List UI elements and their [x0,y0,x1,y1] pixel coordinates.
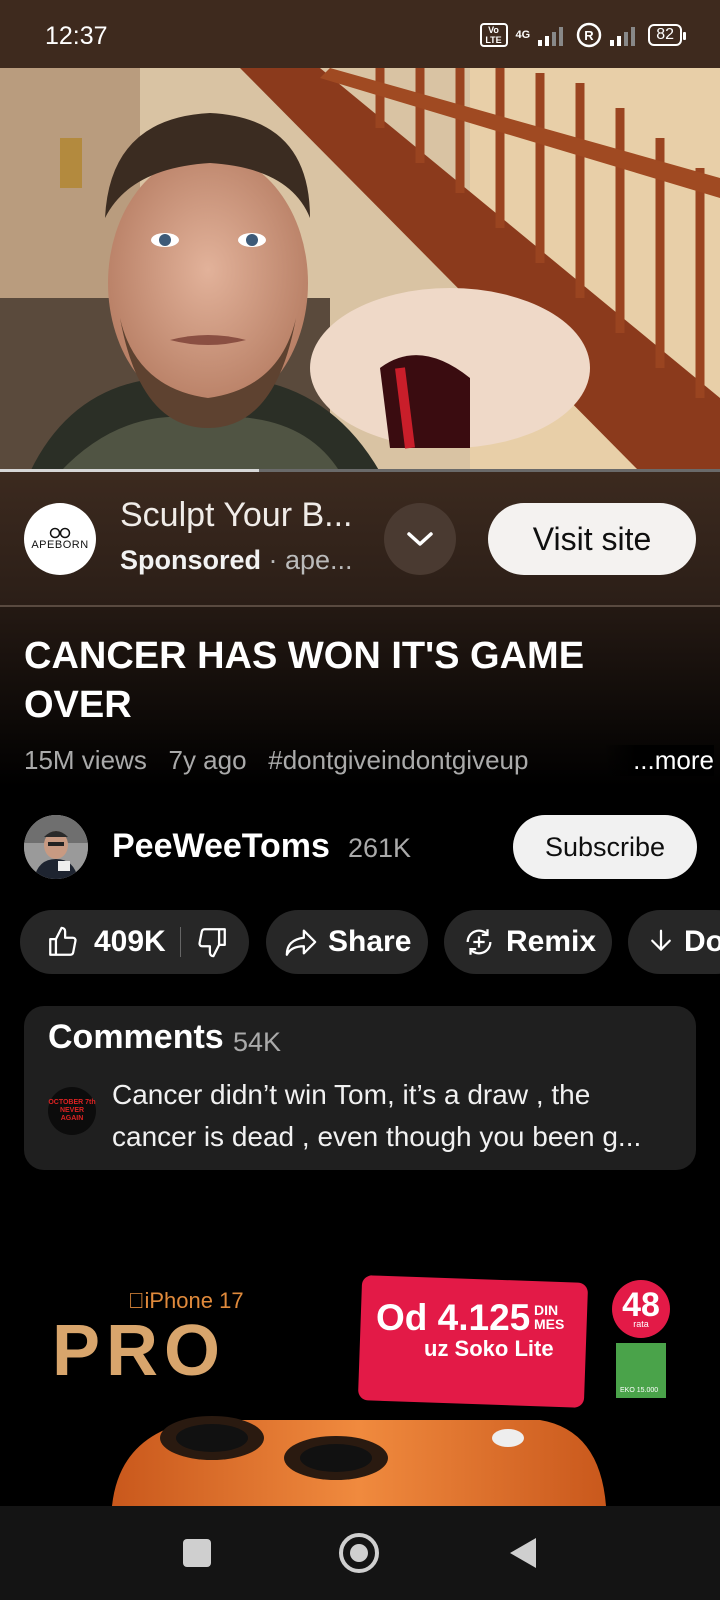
remix-button[interactable]: Remix [444,910,612,974]
video-meta[interactable]: 15M views 7y ago #dontgiveindontgiveup .… [24,745,714,776]
status-time: 12:37 [45,22,108,50]
svg-text:R: R [585,28,595,43]
channel-name[interactable]: PeeWeeToms [112,827,330,866]
ad-title[interactable]: Sculpt Your B... [120,496,353,535]
visit-site-button[interactable]: Visit site [488,503,696,575]
signal-icon-2 [610,27,636,46]
comments-heading: Comments [48,1018,224,1056]
volte-icon: Vo LTE [479,23,508,47]
commenter-avatar: OCTOBER 7th NEVER AGAIN [48,1087,96,1135]
video-title[interactable]: CANCER HAS WON IT'S GAME OVER [24,632,664,730]
price-text: Od 4.125 [376,1297,531,1338]
rate-badge: 48 rata [612,1280,670,1338]
rate-count: 48 [622,1285,660,1324]
advertiser-logo[interactable]: APEBORN [24,503,96,575]
currency-label: DIN [534,1302,559,1318]
view-count: 15M views [24,745,147,775]
top-comment-text: Cancer didn’t win Tom, it’s a draw , the… [112,1079,642,1152]
like-icon [49,926,77,956]
signal-icon [538,27,564,46]
nav-back-button[interactable] [506,1536,538,1570]
video-frame-image [0,68,720,472]
apeborn-logo-icon [49,527,71,539]
video-player[interactable] [0,68,720,472]
battery-indicator: 82 [648,24,686,46]
ad-expand-button[interactable] [384,503,456,575]
like-dislike-separator [179,927,181,957]
plan-text: uz Soko Lite [424,1336,554,1361]
more-link[interactable]: ...more [603,745,714,776]
ad-domain: · ape... [261,545,353,575]
dislike-icon [198,928,226,958]
nav-home-button[interactable] [338,1532,380,1574]
nav-recents-icon [183,1539,211,1567]
like-count: 409K [94,925,166,958]
network-label: 4G [515,29,531,41]
price-unit: DIN MES [534,1303,564,1331]
nav-home-icon [339,1533,379,1573]
channel-avatar-image [24,815,88,879]
banner-model: PRO [52,1311,227,1391]
ad-subtitle: Sponsored · ape... [120,545,353,576]
subscribe-button[interactable]: Subscribe [513,815,697,879]
share-icon [285,929,317,956]
like-dislike-pill: 409K [20,910,249,974]
advertiser-logo-text: APEBORN [31,539,89,551]
comments-count: 54K [233,1027,282,1057]
registered-icon: R [576,22,602,48]
nav-recents-button[interactable] [182,1538,212,1568]
subscriber-count: 261K [348,833,412,863]
chevron-down-icon [407,532,433,546]
upload-age: 7y ago [168,745,247,775]
download-button[interactable]: Do [628,910,720,974]
download-icon [651,929,671,952]
status-icons: Vo LTE 4G R 82 [479,22,686,48]
share-label: Share [328,925,412,958]
nav-back-icon [510,1538,536,1568]
share-button[interactable]: Share [266,910,428,974]
sponsored-label: Sponsored [120,545,262,575]
per-label: MES [534,1316,565,1332]
channel-avatar[interactable] [24,815,88,879]
download-label: Do [684,925,720,958]
remix-icon [466,929,492,955]
rate-label: rata [633,1318,649,1329]
like-button[interactable]: 409K [20,925,166,959]
dislike-button[interactable] [195,925,229,959]
hashtag[interactable]: #dontgiveindontgiveup [268,745,528,775]
remix-label: Remix [506,925,597,958]
eco-text: EKO 15.000 [620,1387,659,1394]
eco-badge: EKO 15.000 [616,1343,666,1398]
